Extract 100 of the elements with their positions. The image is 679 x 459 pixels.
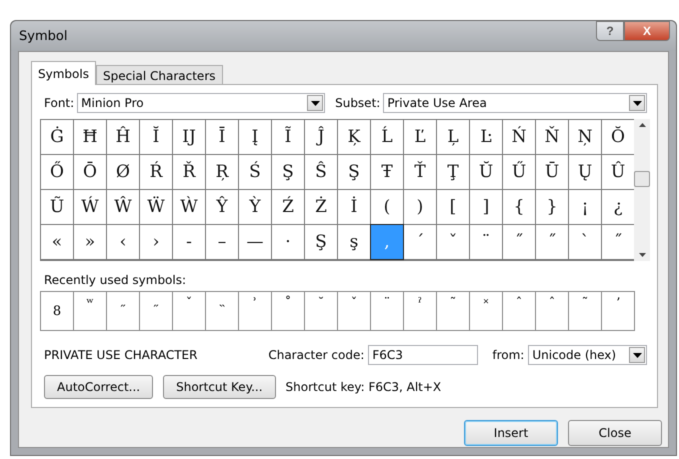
symbol-cell[interactable]: Ť [404,155,436,189]
symbol-cell[interactable]: Û [602,155,634,189]
symbol-cell[interactable]: Ŗ [206,155,238,189]
symbol-cell[interactable]: ˝ [503,225,535,259]
symbol-cell[interactable]: ˇ [437,225,469,259]
symbol-cell[interactable]: › [140,225,172,259]
symbol-cell[interactable]: ˋ [569,225,601,259]
scrollbar[interactable] [634,119,650,261]
symbol-cell[interactable]: İ [338,190,370,224]
symbol-cell[interactable]: Ņ [569,120,601,154]
recent-symbol-cell[interactable]: ˜ [569,292,601,330]
recent-symbol-cell[interactable]: 8 [41,292,73,330]
from-dropdown[interactable]: Unicode (hex) [528,345,647,365]
symbol-cell[interactable]: ] [470,190,502,224]
symbol-cell[interactable]: { [503,190,535,224]
insert-button[interactable]: Insert [464,420,558,446]
symbol-cell[interactable]: — [239,225,271,259]
recent-symbol-cell[interactable]: ˵ [206,292,238,330]
subset-dropdown[interactable]: Private Use Area [383,93,647,113]
symbol-cell[interactable]: } [536,190,568,224]
symbol-cell[interactable]: Ń [503,120,535,154]
symbol-cell[interactable]: Ŭ [470,155,502,189]
symbol-cell[interactable]: Ō [74,155,106,189]
symbol-cell[interactable]: Ū [536,155,568,189]
symbol-cell[interactable]: ‹ [107,225,139,259]
symbol-cell[interactable]: Ŵ [107,190,139,224]
recent-symbol-cell[interactable]: ¨ [371,292,403,330]
recent-symbol-cell[interactable]: ˘ [305,292,337,330]
symbol-cell[interactable]: Ľ [404,120,436,154]
symbol-cell[interactable]: Ẅ [140,190,172,224]
symbol-cell[interactable]: [ [437,190,469,224]
symbol-cell[interactable]: ¨ [470,225,502,259]
symbol-cell[interactable]: Ẁ [173,190,205,224]
tab[interactable]: Symbols [31,61,96,85]
symbol-cell[interactable]: Ų [569,155,601,189]
symbol-cell[interactable]: ˝ [536,225,568,259]
recent-symbol-cell[interactable]: ʼ [602,292,634,330]
autocorrect-button[interactable]: AutoCorrect... [44,375,154,399]
symbol-cell[interactable]: Ļ [437,120,469,154]
scroll-thumb[interactable] [634,171,650,187]
symbol-cell[interactable]: Ş [305,225,337,259]
symbol-cell[interactable]: Ş [338,155,370,189]
recent-symbol-cell[interactable]: ˚ [272,292,304,330]
close-dialog-button[interactable]: Close [568,420,662,446]
symbol-cell[interactable]: ˊ [404,225,436,259]
recent-symbol-cell[interactable]: ʷ [74,292,106,330]
symbol-cell[interactable]: - [173,225,205,259]
symbol-cell[interactable]: Ø [107,155,139,189]
symbol-cell[interactable]: Ź [272,190,304,224]
help-button[interactable]: ? [596,21,624,41]
symbol-cell[interactable]: « [41,225,73,259]
symbol-cell[interactable]: Ī [206,120,238,154]
symbol-cell[interactable]: Ķ [338,120,370,154]
symbol-cell[interactable]: Ś [239,155,271,189]
symbol-cell[interactable]: ¿ [602,190,634,224]
symbol-cell[interactable]: Ġ [41,120,73,154]
recent-symbol-cell[interactable]: ˶ [140,292,172,330]
symbol-cell[interactable]: Ĩ [272,120,304,154]
symbol-cell[interactable]: Ŷ [206,190,238,224]
symbol-cell[interactable]: Ű [503,155,535,189]
symbol-cell[interactable]: Ũ [41,190,73,224]
symbol-cell[interactable]: Ŀ [470,120,502,154]
recent-symbol-cell[interactable]: ˟ [470,292,502,330]
symbol-cell[interactable]: Ň [536,120,568,154]
scroll-down-icon[interactable] [638,253,646,257]
symbol-cell[interactable]: Ţ [437,155,469,189]
recent-symbol-cell[interactable]: ˆ [536,292,568,330]
recent-symbol-cell[interactable]: ʾ [239,292,271,330]
symbol-cell[interactable]: Ĥ [107,120,139,154]
recent-symbol-cell[interactable]: ˀ [404,292,436,330]
symbol-cell[interactable]: Ỳ [239,190,271,224]
symbol-cell[interactable]: ( [371,190,403,224]
symbol-cell[interactable]: Į [239,120,271,154]
symbol-cell[interactable]: ¡ [569,190,601,224]
symbol-cell[interactable]: Ŕ [140,155,172,189]
recent-symbol-cell[interactable]: ˇ [173,292,205,330]
symbol-cell[interactable]: Ş [272,155,304,189]
symbol-cell[interactable]: Ĭ [140,120,172,154]
symbol-cell[interactable]: ) [404,190,436,224]
symbol-cell[interactable]: Ŏ [602,120,634,154]
symbol-cell[interactable]: Ż [305,190,337,224]
tab[interactable]: Special Characters [96,65,222,85]
recent-symbol-cell[interactable]: ˶ [107,292,139,330]
font-dropdown[interactable]: Minion Pro [77,93,326,113]
symbol-cell[interactable]: Ħ [74,120,106,154]
recent-symbol-cell[interactable]: ˆ [503,292,535,330]
symbol-cell[interactable]: Ĳ [173,120,205,154]
symbol-cell[interactable]: ˝ [602,225,634,259]
symbol-cell[interactable]: Ř [173,155,205,189]
shortcut-key-button[interactable]: Shortcut Key... [163,375,276,399]
scroll-up-icon[interactable] [638,123,646,127]
symbol-cell[interactable]: – [206,225,238,259]
symbol-cell[interactable]: Ĵ [305,120,337,154]
symbol-cell[interactable]: Ŝ [305,155,337,189]
symbol-cell[interactable]: ş [338,225,370,259]
character-code-field[interactable]: F6C3 [368,345,478,365]
symbol-cell[interactable]: Ẃ [74,190,106,224]
symbol-cell[interactable]: Ő [41,155,73,189]
symbol-cell[interactable]: » [74,225,106,259]
symbol-cell[interactable]: Ĺ [371,120,403,154]
